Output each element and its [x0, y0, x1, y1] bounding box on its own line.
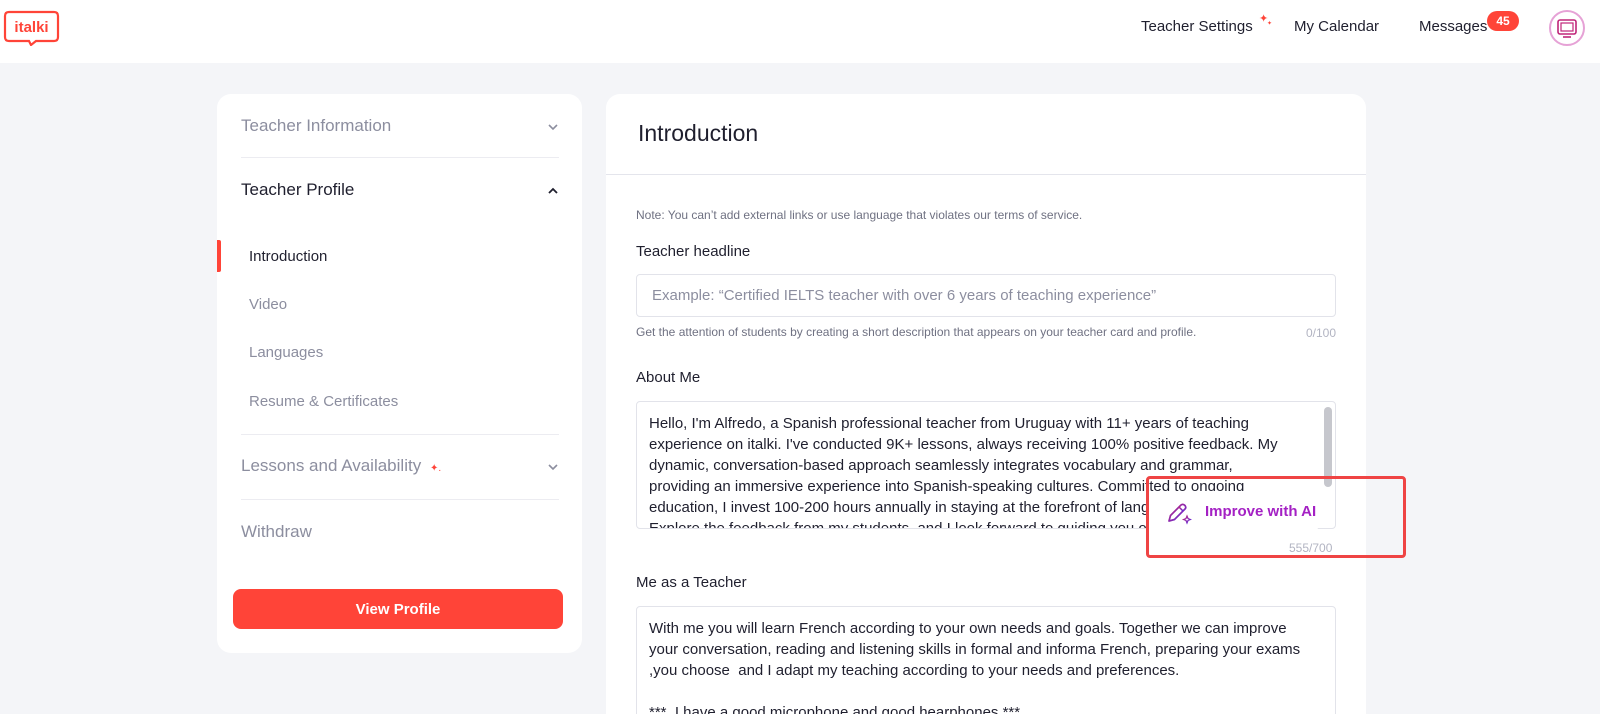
section-label: Teacher Profile — [241, 180, 355, 199]
avatar-icon — [1557, 19, 1577, 38]
scrollbar[interactable] — [1324, 407, 1332, 487]
improve-with-ai-label: Improve with AI — [1205, 503, 1317, 520]
sidebar-section-teacher-profile[interactable]: Teacher Profile — [241, 180, 559, 200]
divider — [606, 174, 1366, 175]
sidebar-item-resume-certificates[interactable]: Resume & Certificates — [249, 393, 398, 410]
sidebar-section-lessons-availability[interactable]: Lessons and Availability ✦. — [241, 456, 559, 476]
headline-label: Teacher headline — [636, 243, 751, 260]
divider — [241, 157, 559, 158]
divider — [241, 434, 559, 435]
me-as-teacher-text[interactable]: With me you will learn French according … — [637, 607, 1335, 714]
chevron-up-icon — [548, 187, 558, 194]
me-as-teacher-label: Me as a Teacher — [636, 574, 747, 591]
nav-my-calendar[interactable]: My Calendar — [1294, 18, 1379, 35]
section-label: Lessons and Availability — [241, 456, 422, 475]
active-indicator — [217, 240, 221, 272]
sparkle-icon: ✦ — [1267, 21, 1273, 27]
about-me-counter: 555/700 — [1289, 541, 1333, 555]
me-as-teacher-textarea[interactable]: With me you will learn French according … — [636, 606, 1336, 714]
sidebar-section-withdraw[interactable]: Withdraw — [241, 522, 559, 542]
messages-badge: 45 — [1487, 11, 1519, 31]
section-label: Teacher Information — [241, 116, 392, 135]
top-navbar: italki Teacher Settings ✦ ✦ My Calendar … — [0, 0, 1600, 63]
improve-with-ai-button[interactable]: Improve with AI — [1148, 491, 1318, 533]
section-label: Withdraw — [241, 522, 312, 541]
nav-teacher-settings[interactable]: Teacher Settings — [1141, 18, 1253, 35]
headline-counter: 0/100 — [1305, 326, 1336, 340]
divider — [241, 499, 559, 500]
terms-note: Note: You can’t add external links or us… — [636, 208, 1083, 222]
sidebar-item-languages[interactable]: Languages — [249, 344, 323, 361]
headline-field[interactable] — [636, 274, 1336, 317]
italki-logo[interactable]: italki — [3, 10, 60, 46]
headline-hint: Get the attention of students by creatin… — [636, 325, 1197, 339]
settings-sidebar: Teacher Information Teacher Profile Intr… — [217, 94, 582, 653]
sidebar-item-video[interactable]: Video — [249, 296, 287, 313]
sidebar-item-introduction[interactable]: Introduction — [249, 248, 327, 265]
sparkle-icon: ✦. — [429, 463, 442, 474]
chevron-down-icon — [548, 124, 558, 131]
headline-input[interactable] — [637, 275, 1335, 316]
page-title: Introduction — [638, 120, 759, 146]
introduction-panel: Introduction Note: You can’t add externa… — [606, 94, 1366, 714]
view-profile-button[interactable]: View Profile — [233, 589, 563, 629]
nav-messages[interactable]: Messages — [1419, 18, 1487, 35]
magic-pen-icon — [1168, 503, 1192, 525]
chevron-down-icon — [548, 464, 558, 471]
logo-text: italki — [14, 19, 48, 36]
sidebar-section-teacher-information[interactable]: Teacher Information — [241, 116, 559, 136]
avatar[interactable] — [1549, 10, 1585, 46]
about-me-label: About Me — [636, 369, 701, 386]
